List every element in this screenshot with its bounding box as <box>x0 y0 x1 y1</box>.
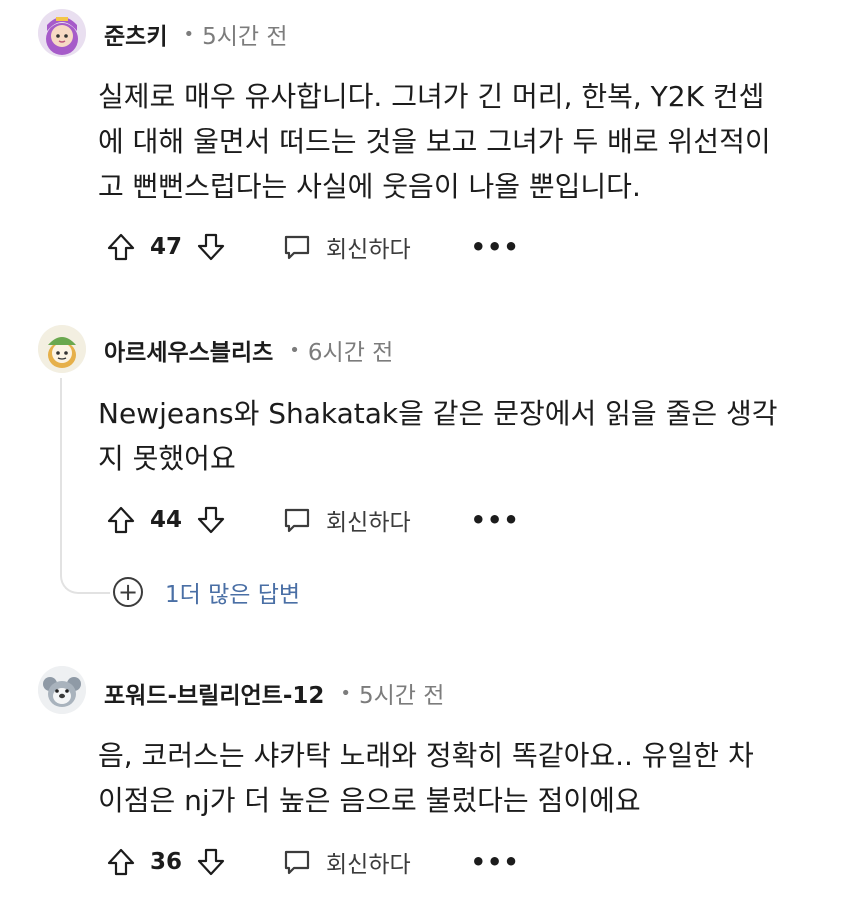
comment-body: Newjeans와 Shakatak을 같은 문장에서 읽을 줄은 생각 지 못… <box>98 391 778 481</box>
speech-bubble-icon <box>280 230 314 264</box>
comment-actions: 47 회신하다 ••• <box>104 225 520 269</box>
comment-body: 음, 코러스는 샤카탁 노래와 정확히 똑같아요.. 유일한 차 이점은 nj가… <box>98 733 754 823</box>
speech-bubble-icon <box>280 845 314 879</box>
comment-line: 실제로 매우 유사합니다. 그녀가 긴 머리, 한복, Y2K 컨셉 <box>98 80 765 113</box>
timestamp: 6시간 전 <box>307 340 394 366</box>
comment-line: Newjeans와 Shakatak을 같은 문장에서 읽을 줄은 생각 <box>98 397 778 430</box>
downvote-arrow-icon[interactable] <box>194 230 228 264</box>
comment-meta: 아르세우스블리츠 • 6시간 전 <box>104 330 393 370</box>
comment-line: 고 뻔뻔스럽다는 사실에 웃음이 나올 뿐입니다. <box>98 170 641 203</box>
separator-dot: • <box>183 23 195 45</box>
more-options-icon[interactable]: ••• <box>471 850 520 874</box>
reply-button[interactable]: 회신하다 <box>280 503 411 537</box>
comment-actions: 44 회신하다 ••• <box>104 498 520 542</box>
downvote-arrow-icon[interactable] <box>194 845 228 879</box>
reply-label: 회신하다 <box>326 510 411 536</box>
reply-label: 회신하다 <box>326 852 411 878</box>
comment-meta: 포워드-브릴리언트-12 • 5시간 전 <box>104 673 444 713</box>
reply-button[interactable]: 회신하다 <box>280 230 411 264</box>
upvote-arrow-icon[interactable] <box>104 230 138 264</box>
reply-button[interactable]: 회신하다 <box>280 845 411 879</box>
username[interactable]: 준츠키 <box>104 17 167 51</box>
comment-meta: 준츠키 • 5시간 전 <box>104 14 288 54</box>
upvote-arrow-icon[interactable] <box>104 845 138 879</box>
vote-score: 47 <box>150 234 183 260</box>
timestamp: 5시간 전 <box>359 683 445 709</box>
username[interactable]: 아르세우스블리츠 <box>104 333 273 367</box>
username[interactable]: 포워드-브릴리언트-12 <box>104 676 324 710</box>
koala-snoo-avatar-icon[interactable] <box>38 666 86 714</box>
comment-line: 에 대해 울면서 떠드는 것을 보고 그녀가 두 배로 위선적이 <box>98 125 771 158</box>
vote-score: 44 <box>150 507 183 533</box>
more-replies-label: 1더 많은 답변 <box>165 582 301 608</box>
more-options-icon[interactable]: ••• <box>471 235 520 259</box>
timestamp: 5시간 전 <box>202 24 288 50</box>
plus-circle-icon: + <box>113 577 143 607</box>
comment-line: 이점은 nj가 더 높은 음으로 불렀다는 점이에요 <box>98 784 641 817</box>
vote-score: 36 <box>150 849 183 875</box>
more-replies-button[interactable]: + 1더 많은 답변 <box>113 570 300 614</box>
separator-dot: • <box>289 339 300 361</box>
comment-body: 실제로 매우 유사합니다. 그녀가 긴 머리, 한복, Y2K 컨셉 에 대해 … <box>98 74 771 209</box>
thread-line <box>60 378 110 594</box>
green-hat-snoo-avatar-icon[interactable] <box>38 325 86 373</box>
speech-bubble-icon <box>280 503 314 537</box>
comment-actions: 36 회신하다 ••• <box>104 840 520 884</box>
reply-label: 회신하다 <box>326 237 411 263</box>
more-options-icon[interactable]: ••• <box>471 508 520 532</box>
downvote-arrow-icon[interactable] <box>194 503 228 537</box>
purple-hair-anime-avatar-icon[interactable] <box>38 9 86 57</box>
comment-line: 음, 코러스는 샤카탁 노래와 정확히 똑같아요.. 유일한 차 <box>98 739 754 772</box>
comment-line: 지 못했어요 <box>98 442 236 475</box>
separator-dot: • <box>340 682 352 704</box>
